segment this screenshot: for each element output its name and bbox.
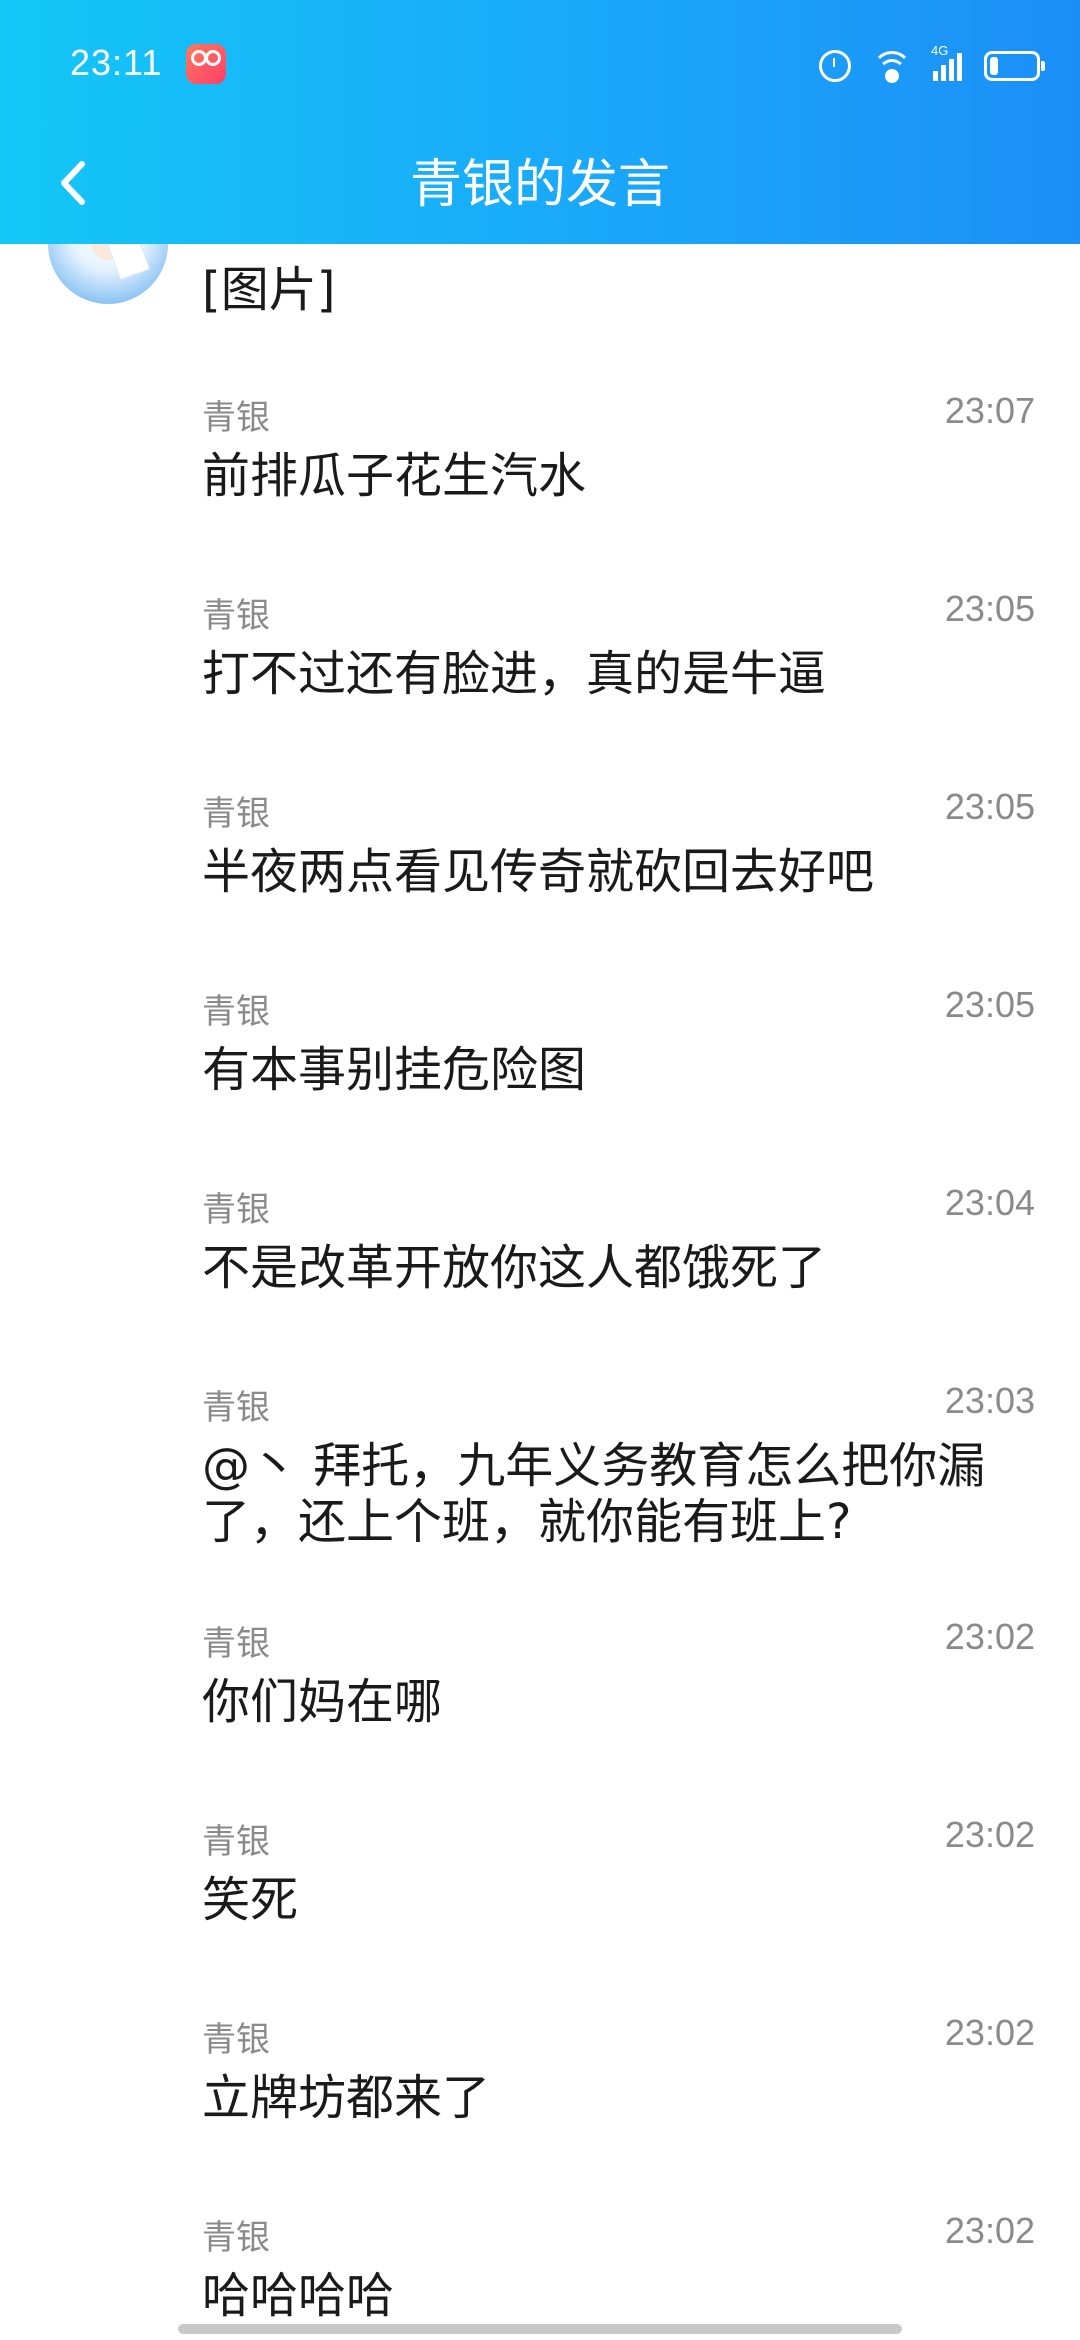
message-author: 青银 [202, 596, 270, 636]
status-icons: 4G [819, 43, 1045, 86]
message-text: 哈哈哈哈 [202, 2268, 395, 2324]
message-text: 立牌坊都来了 [202, 2070, 491, 2126]
message-author: 青银 [202, 1388, 270, 1428]
status-time: 23:11 [70, 42, 163, 83]
message-time: 23:05 [944, 786, 1035, 827]
message-time: 23:02 [944, 2012, 1035, 2053]
message-time: 23:04 [944, 1182, 1035, 1223]
alarm-icon [819, 50, 851, 82]
message-time: 23:05 [944, 984, 1035, 1025]
message-text: 不是改革开放你这人都饿死了 [202, 1240, 827, 1296]
header: 23:11 4G 青银的发言 [0, 0, 1080, 244]
message-author: 青银 [202, 2218, 270, 2258]
message-author: 青银 [202, 1624, 270, 1664]
signal-icon: 4G [931, 43, 962, 81]
battery-icon [984, 51, 1045, 81]
list-item[interactable]: [图片] [0, 244, 1080, 324]
message-text: 前排瓜子花生汽水 [202, 448, 587, 504]
message-text: [图片] [202, 262, 336, 318]
avatar[interactable] [48, 244, 168, 304]
message-text: 有本事别挂危险图 [202, 1042, 587, 1098]
message-author: 青银 [202, 1822, 270, 1862]
wifi-icon [872, 51, 912, 83]
message-author: 青银 [202, 398, 270, 438]
message-text: 你们妈在哪 [202, 1674, 443, 1730]
message-list[interactable]: [图片] 青银 23:07 前排瓜子花生汽水 青银 23:05 打不过还有脸进，… [0, 244, 1080, 2340]
app-notification-icon [186, 44, 226, 84]
message-time: 23:02 [944, 1616, 1035, 1657]
network-type-label: 4G [931, 43, 949, 58]
message-time: 23:07 [944, 390, 1035, 431]
message-time: 23:03 [944, 1380, 1035, 1421]
message-author: 青银 [202, 1190, 270, 1230]
page-title: 青银的发言 [409, 155, 670, 215]
message-author: 青银 [202, 2020, 270, 2060]
message-time: 23:05 [944, 588, 1035, 629]
message-text: 打不过还有脸进，真的是牛逼 [202, 646, 827, 702]
message-text: 笑死 [202, 1872, 299, 1928]
nav-bar: 青银的发言 [0, 130, 1080, 244]
message-time: 23:02 [944, 2210, 1035, 2251]
message-time: 23:02 [944, 1814, 1035, 1855]
message-author: 青银 [202, 992, 270, 1032]
message-text: 半夜两点看见传奇就砍回去好吧 [202, 844, 875, 900]
bottom-scroll-indicator [178, 2324, 902, 2334]
status-bar: 23:11 4G [0, 0, 1080, 130]
message-author: 青银 [202, 794, 270, 834]
message-text: @丶 拜托，九年义务教育怎么把你漏了，还上个班，就你能有班上? [202, 1438, 986, 1550]
